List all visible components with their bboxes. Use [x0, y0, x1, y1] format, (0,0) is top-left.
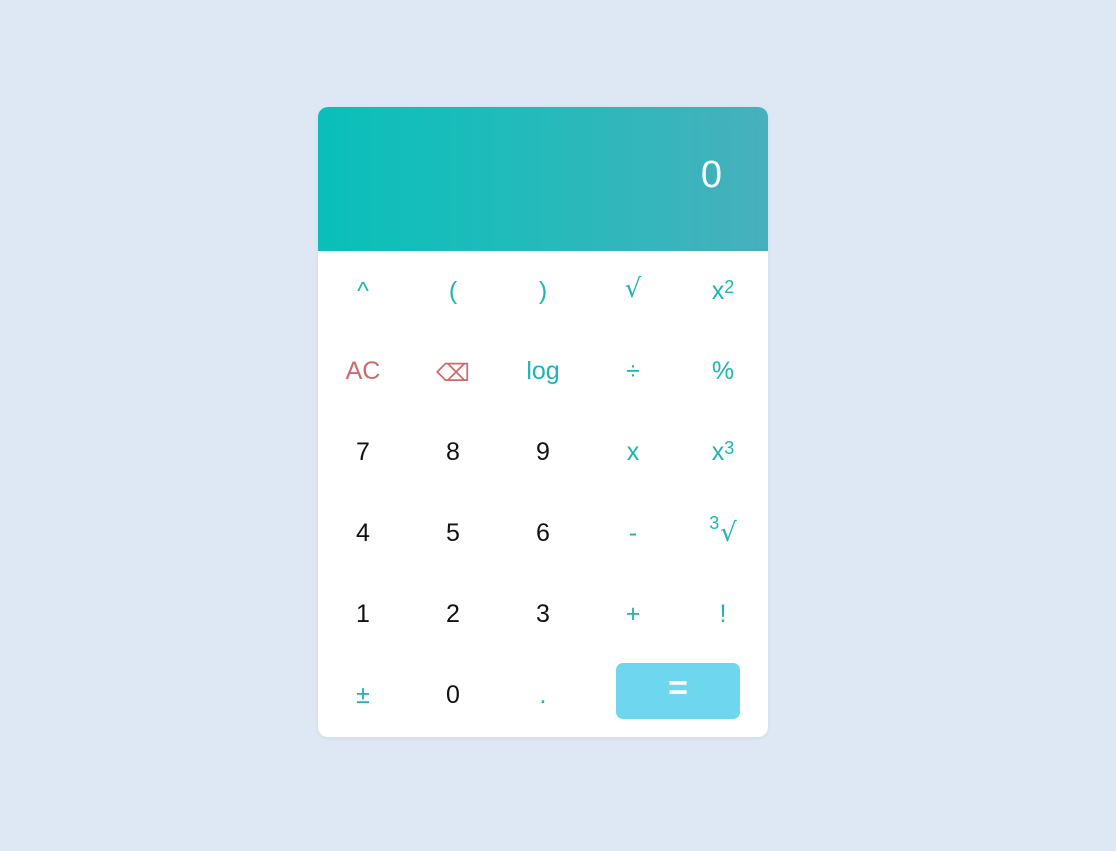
cube-root-index: 3	[709, 512, 720, 533]
open-paren-button[interactable]: (	[408, 261, 498, 321]
plus-minus-button[interactable]: ±	[318, 665, 408, 725]
clear-button[interactable]: AC	[318, 341, 408, 401]
log-button[interactable]: log	[498, 341, 588, 401]
equals-button[interactable]: =	[616, 663, 740, 719]
digit-8-button[interactable]: 8	[408, 422, 498, 482]
subtract-button[interactable]: -	[588, 503, 678, 563]
digit-7-button[interactable]: 7	[318, 422, 408, 482]
digit-3-button[interactable]: 3	[498, 584, 588, 644]
backspace-icon: ⌫	[436, 359, 470, 387]
cube-button[interactable]: x3	[678, 422, 768, 482]
add-button[interactable]: +	[588, 584, 678, 644]
digit-1-button[interactable]: 1	[318, 584, 408, 644]
digit-6-button[interactable]: 6	[498, 503, 588, 563]
backspace-button[interactable]: ⌫	[408, 343, 498, 403]
factorial-button[interactable]: !	[678, 584, 768, 644]
digit-2-button[interactable]: 2	[408, 584, 498, 644]
square-button[interactable]: x2	[678, 261, 768, 321]
cube-base: x	[711, 437, 725, 466]
power-button[interactable]: ^	[318, 261, 408, 321]
digit-9-button[interactable]: 9	[498, 422, 588, 482]
digit-5-button[interactable]: 5	[408, 503, 498, 563]
display-panel: 0	[318, 107, 768, 251]
sqrt-icon: √	[624, 274, 642, 304]
close-paren-button[interactable]: )	[498, 261, 588, 321]
multiply-button[interactable]: x	[588, 422, 678, 482]
digit-4-button[interactable]: 4	[318, 503, 408, 563]
percent-button[interactable]: %	[678, 341, 768, 401]
display-value: 0	[700, 154, 722, 196]
divide-button[interactable]: ÷	[588, 341, 678, 401]
calculator: 0 ^ ( ) √ x2 AC ⌫ log ÷ % 7 8 9 x x3 4 5…	[318, 107, 768, 737]
digit-0-button[interactable]: 0	[408, 665, 498, 725]
cube-root-button[interactable]: 3 √	[678, 503, 768, 563]
square-base: x	[711, 276, 725, 305]
cube-root-icon: √	[720, 518, 737, 548]
sqrt-button[interactable]: √	[588, 259, 678, 319]
decimal-button[interactable]: .	[498, 665, 588, 725]
